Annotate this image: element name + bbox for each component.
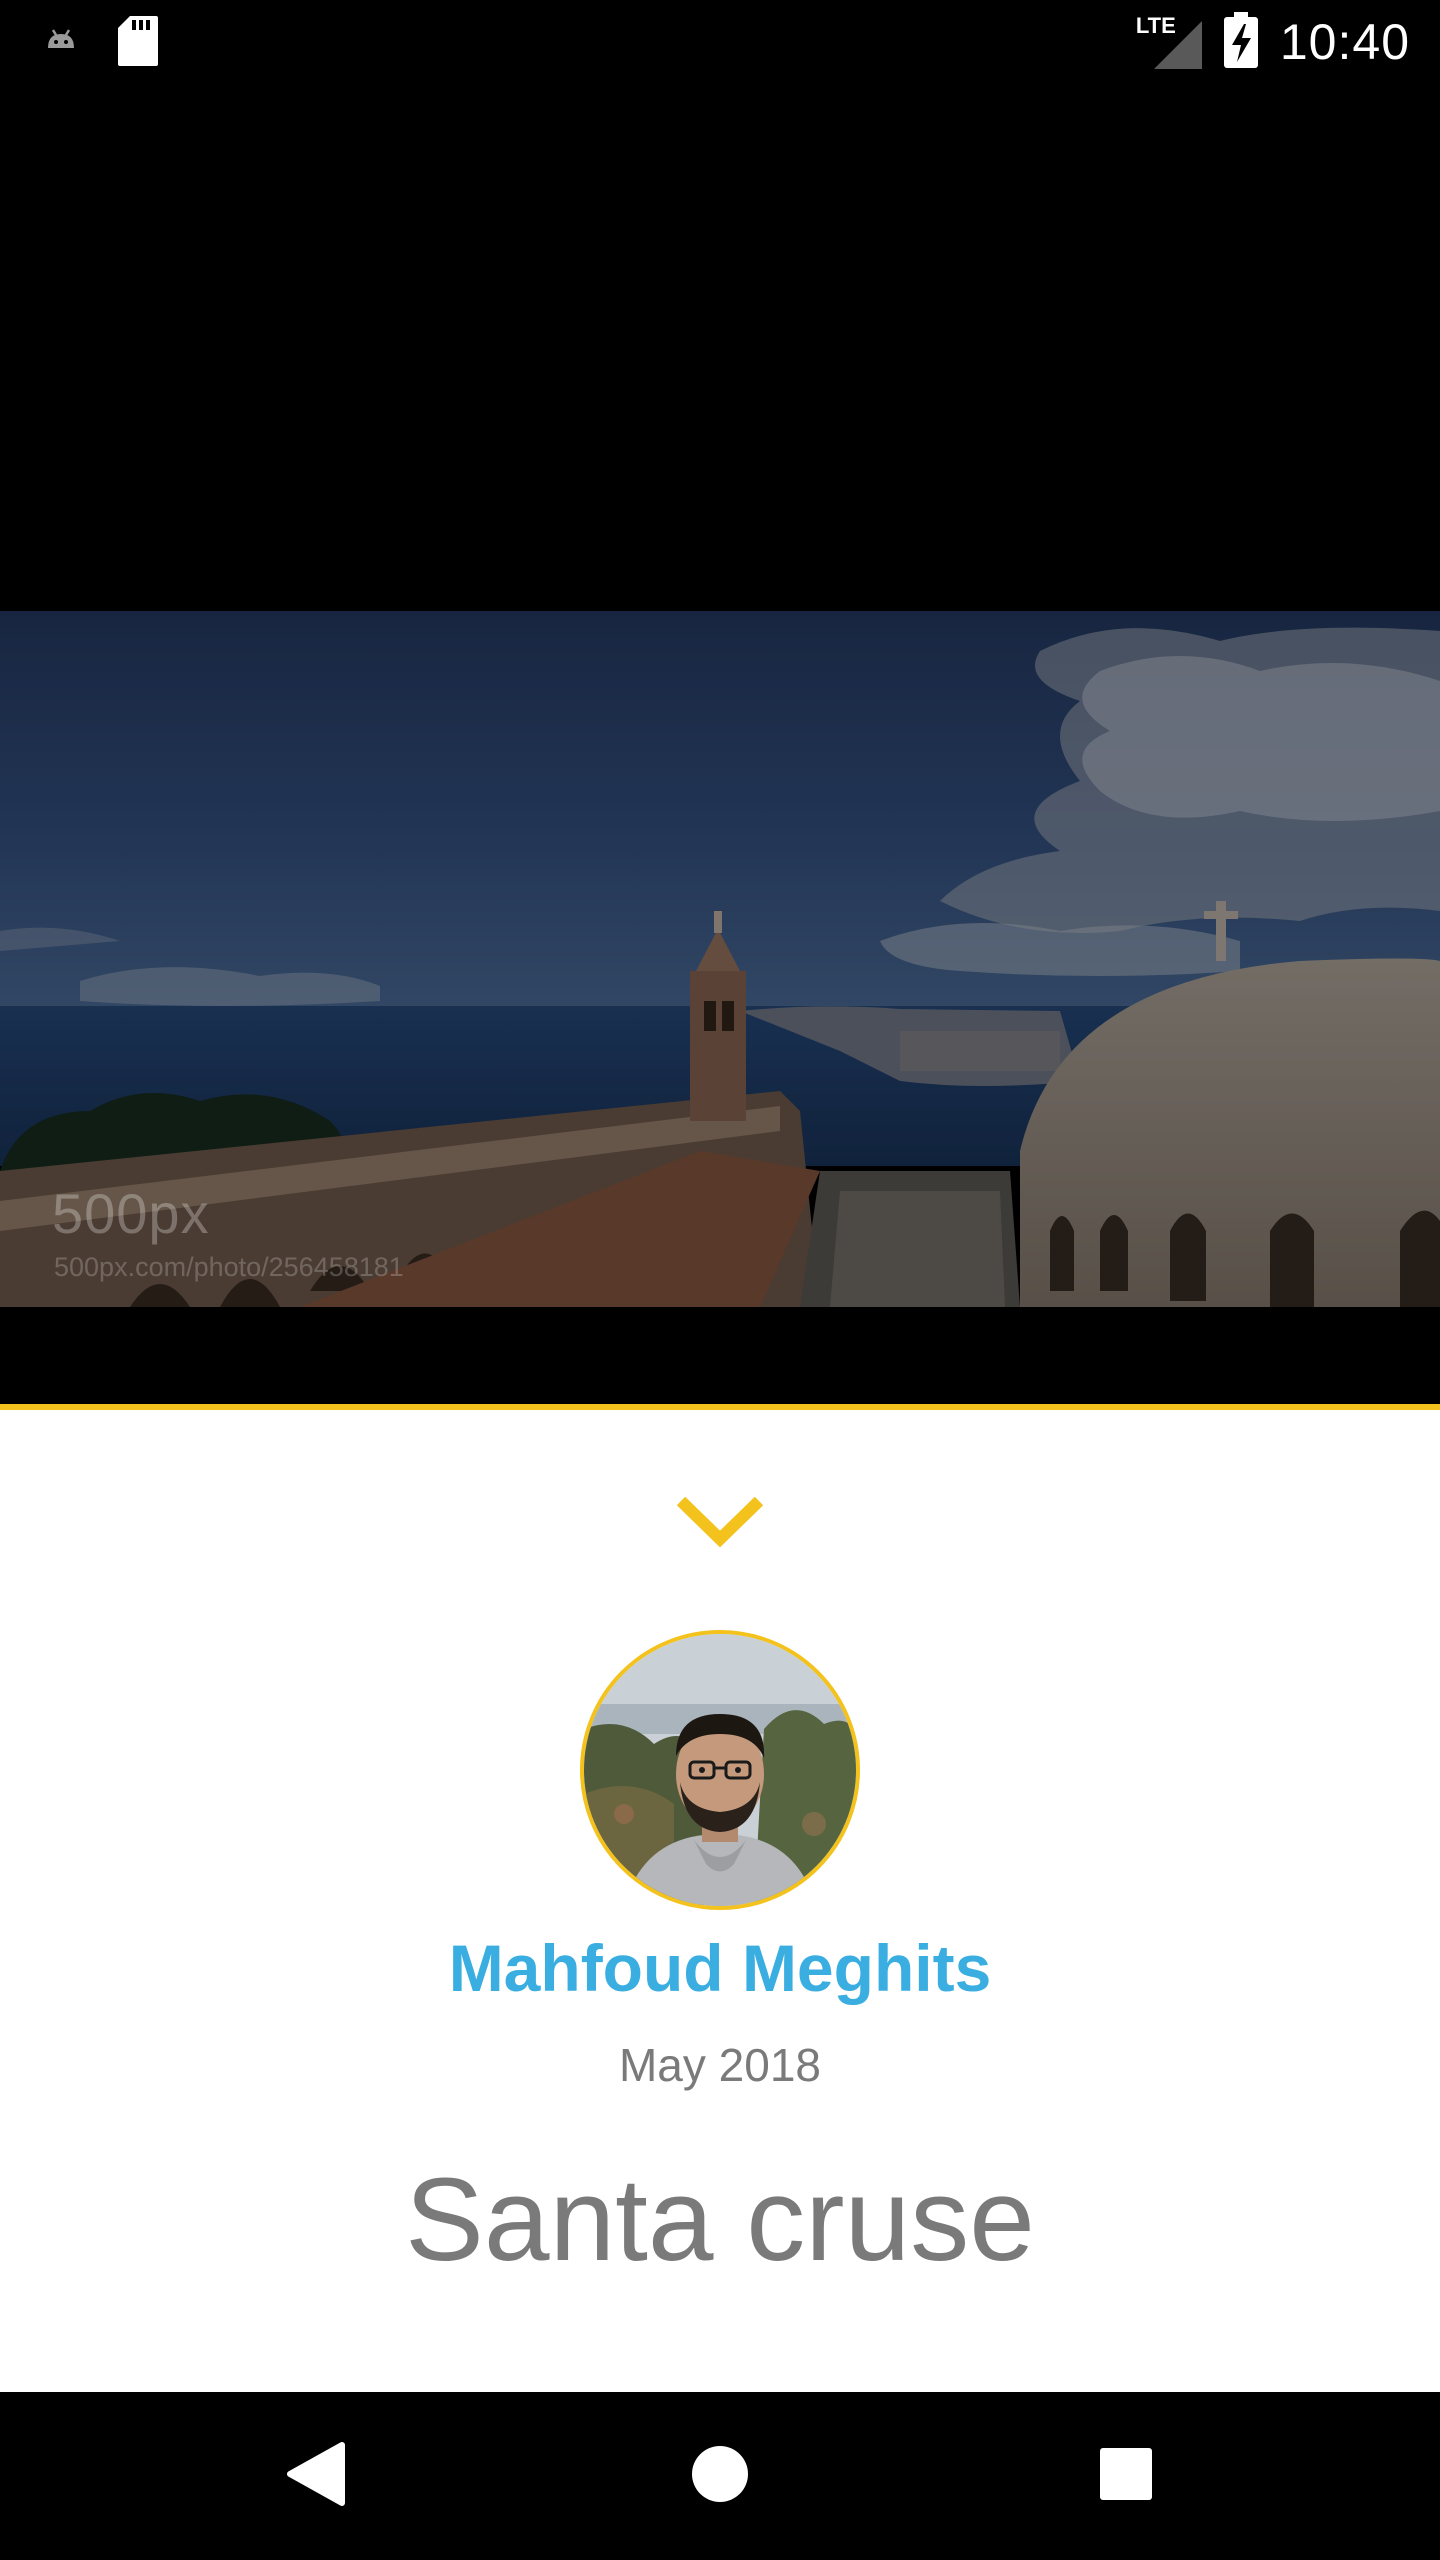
status-left-icons — [44, 16, 158, 71]
watermark-url: 500px.com/photo/256458181 — [54, 1252, 404, 1282]
signal-icon: LTE — [1136, 13, 1202, 69]
android-icon — [44, 26, 78, 61]
author-name-link[interactable]: Mahfoud Meghits — [0, 1930, 1440, 2006]
recents-icon — [1099, 2447, 1153, 2506]
photo-info-panel: Mahfoud Meghits May 2018 Santa cruse — [0, 1404, 1440, 2392]
sd-card-icon — [118, 16, 158, 71]
collapse-button[interactable] — [660, 1480, 780, 1570]
home-button[interactable] — [670, 2426, 770, 2526]
photo-date: May 2018 — [618, 2039, 821, 2091]
photo-title: Santa cruse — [405, 2154, 1035, 2286]
avatar[interactable] — [580, 1630, 860, 1910]
back-icon — [286, 2441, 346, 2512]
recents-button[interactable] — [1076, 2426, 1176, 2526]
navigation-bar — [0, 2392, 1440, 2560]
status-time: 10:40 — [1279, 14, 1410, 70]
battery-charging-icon — [1223, 11, 1258, 73]
status-bar: LTE 10:40 — [0, 0, 1440, 84]
home-icon — [690, 2444, 750, 2509]
watermark-logo: 500px — [52, 1182, 210, 1245]
status-right-icons: LTE 10:40 — [1136, 0, 1410, 84]
chevron-down-icon — [675, 1495, 765, 1556]
photo-viewer[interactable]: 500px 500px.com/photo/256458181 — [0, 84, 1440, 1404]
landscape-photo[interactable]: 500px 500px.com/photo/256458181 — [0, 611, 1440, 1307]
back-button[interactable] — [266, 2426, 366, 2526]
